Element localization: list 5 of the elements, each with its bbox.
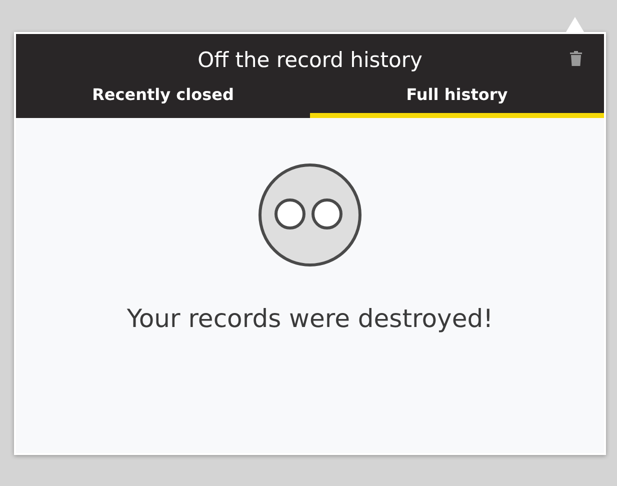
glasses-face-icon (257, 162, 363, 268)
empty-message: Your records were destroyed! (126, 303, 494, 335)
delete-icon[interactable] (569, 50, 583, 66)
popup-title: Off the record history (198, 46, 422, 74)
tab[interactable]: Recently closed (16, 83, 310, 118)
